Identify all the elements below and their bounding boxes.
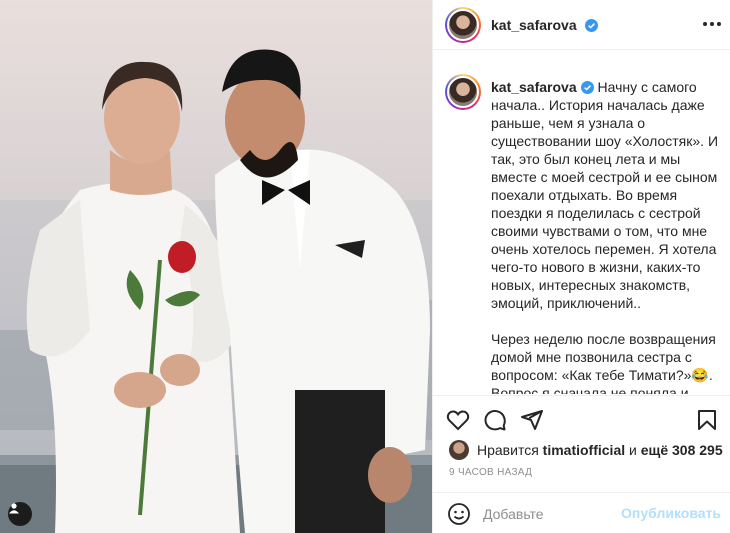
- user-tag-button[interactable]: [8, 502, 32, 526]
- post-caption: kat_safarova Начну с самого начала.. Ист…: [433, 62, 730, 394]
- verified-badge-icon: [580, 81, 594, 94]
- likes-count-link[interactable]: ещё 308 295: [641, 442, 723, 458]
- more-options-icon: [703, 22, 707, 26]
- header-username[interactable]: kat_safarova: [491, 17, 577, 33]
- likes-user-link[interactable]: timatiofficial: [543, 442, 625, 458]
- emoji-icon[interactable]: [447, 502, 471, 526]
- post-timestamp[interactable]: 9 ЧАСОВ НАЗАД: [449, 467, 532, 478]
- user-tag-icon: [9, 503, 19, 514]
- action-bar: [433, 395, 730, 445]
- heart-icon[interactable]: [446, 408, 470, 432]
- caption-avatar[interactable]: [445, 74, 481, 110]
- wedding-photo-illustration: [0, 49, 432, 533]
- verified-badge-icon: [585, 19, 599, 32]
- more-options-button[interactable]: [703, 15, 721, 33]
- caption-paragraph-1: Начну с самого начала.. История началась…: [491, 79, 722, 311]
- liker-avatar[interactable]: [449, 440, 469, 460]
- post-photo[interactable]: [0, 0, 432, 533]
- caption-paragraph-2: Через неделю после возвращения домой мне…: [491, 331, 716, 394]
- comment-input[interactable]: [483, 504, 623, 524]
- bookmark-icon[interactable]: [695, 408, 719, 432]
- comment-box: Опубликовать: [433, 492, 730, 533]
- comment-bubble-icon[interactable]: [483, 408, 507, 432]
- likes-connector: и: [629, 442, 637, 458]
- post-side-panel: kat_safarova kat_safarova Начну с самого…: [432, 0, 730, 533]
- likes-prefix: Нравится: [477, 442, 539, 458]
- post-header: kat_safarova: [433, 0, 730, 50]
- caption-text: kat_safarova Начну с самого начала.. Ист…: [491, 78, 727, 394]
- publish-button[interactable]: Опубликовать: [621, 505, 721, 521]
- avatar[interactable]: [445, 7, 481, 43]
- header-username-wrap: kat_safarova: [491, 17, 599, 35]
- caption-username[interactable]: kat_safarova: [491, 79, 577, 95]
- likes-row: Нравится timatiofficial и ещё 308 295: [449, 440, 723, 460]
- paper-plane-icon[interactable]: [520, 408, 544, 432]
